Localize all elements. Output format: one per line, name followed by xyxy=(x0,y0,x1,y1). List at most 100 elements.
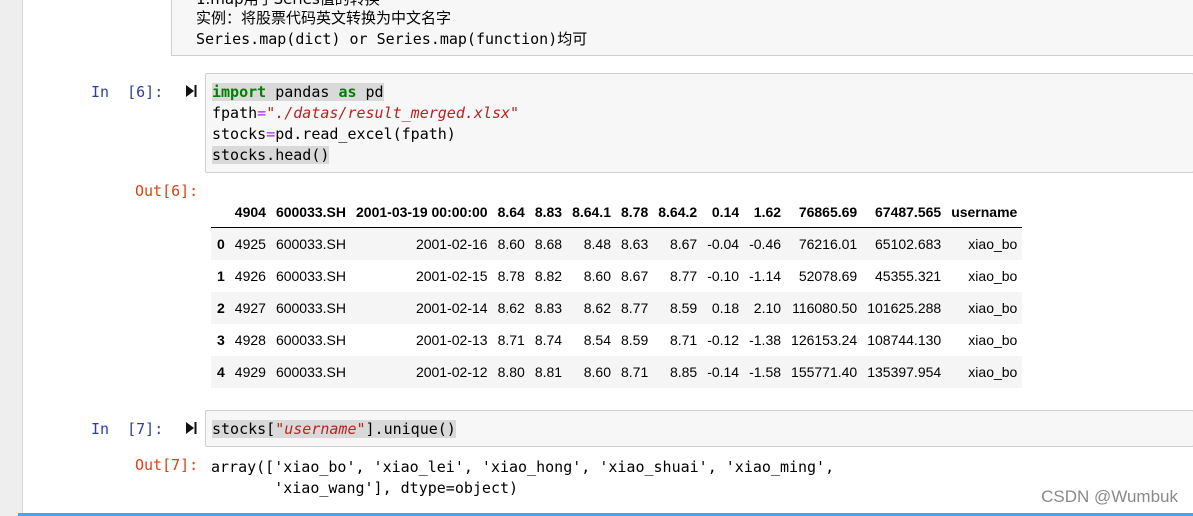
table-cell: 600033.SH xyxy=(275,268,347,284)
code-string: "username" xyxy=(275,420,366,438)
table-cell: 8.71 xyxy=(669,332,698,348)
table-cell: xiao_bo xyxy=(968,364,1018,380)
dataframe-body: 0 4925 600033.SH 2001-02-16 8.60 8.68 8.48 8.63… xyxy=(211,227,1023,388)
table-cell: 8.77 xyxy=(621,300,649,316)
column-header: 8.64 xyxy=(492,196,530,228)
column-header: 8.64.1 xyxy=(567,196,616,228)
table-cell: 600033.SH xyxy=(275,300,347,316)
output-line-2: 'xiao_wang'], dtype=object) xyxy=(211,479,519,497)
table-cell: 2001-02-14 xyxy=(415,300,488,316)
table-cell: 135397.954 xyxy=(867,364,942,380)
table-cell: 65102.683 xyxy=(875,236,942,252)
code-text: ].unique() xyxy=(365,420,456,438)
table-cell: 4926 xyxy=(234,268,266,284)
code-cell-6[interactable]: import pandas as pd fpath="./datas/resul… xyxy=(205,73,1193,173)
table-cell: 8.59 xyxy=(669,300,698,316)
table-cell: xiao_bo xyxy=(968,268,1018,284)
table-cell: -0.12 xyxy=(707,332,740,348)
in-prompt-6: In [6]: xyxy=(91,83,164,101)
row-index: 4 xyxy=(217,364,225,380)
table-cell: 8.60 xyxy=(583,364,611,380)
out-prompt-7: Out[7]: xyxy=(135,456,199,474)
column-header: 8.83 xyxy=(529,196,568,228)
table-cell: 76216.01 xyxy=(798,236,858,252)
table-cell: -0.10 xyxy=(707,268,740,284)
table-cell: 2001-02-12 xyxy=(415,364,488,380)
table-cell: 101625.288 xyxy=(867,300,942,316)
column-header: 8.78 xyxy=(616,196,654,228)
code-line-1: import pandas as pd xyxy=(212,83,384,101)
code-var: stocks xyxy=(212,125,267,143)
column-header: 0.14 xyxy=(702,196,745,228)
column-header: 600033.SH xyxy=(270,196,352,228)
code-line-1: stocks["username"].unique() xyxy=(212,420,456,438)
table-cell: 8.82 xyxy=(534,268,563,284)
table-cell: 0.18 xyxy=(711,300,740,316)
table-cell: 600033.SH xyxy=(275,364,347,380)
table-cell: 8.71 xyxy=(497,332,525,348)
table-cell: 4928 xyxy=(234,332,266,348)
table-row: 2 4927 600033.SH 2001-02-14 8.62 8.83 8.62 8.77… xyxy=(211,292,1023,324)
run-cell-icon[interactable] xyxy=(185,84,197,98)
code-text: stocks[ xyxy=(212,420,276,438)
table-row: 0 4925 600033.SH 2001-02-16 8.60 8.68 8.48 8.63… xyxy=(211,227,1023,260)
table-cell: 8.54 xyxy=(583,332,611,348)
watermark: CSDN @Wumbuk xyxy=(1041,487,1178,506)
output-line-1: array(['xiao_bo', 'xiao_lei', 'xiao_hong… xyxy=(211,458,835,476)
code-line-3: stocks=pd.read_excel(fpath) xyxy=(212,125,456,143)
row-index: 1 xyxy=(217,268,225,284)
table-row: 1 4926 600033.SH 2001-02-15 8.78 8.82 8.60 8.67… xyxy=(211,260,1022,292)
table-cell: -0.04 xyxy=(707,236,740,252)
table-cell: 4925 xyxy=(234,236,266,252)
table-cell: 155771.40 xyxy=(791,364,858,380)
table-cell: 2001-02-16 xyxy=(415,236,488,252)
code-cell-7[interactable]: stocks["username"].unique() xyxy=(205,410,1193,447)
column-header: 4904 xyxy=(229,196,271,228)
code-operator: = xyxy=(257,104,267,122)
table-cell: 8.62 xyxy=(583,300,611,316)
table-cell: 8.48 xyxy=(583,236,611,252)
column-header: 2001-03-19 00:00:00 xyxy=(351,196,493,228)
table-cell: 8.60 xyxy=(583,268,611,284)
table-cell: 8.60 xyxy=(497,236,525,252)
table-cell: 8.63 xyxy=(621,236,649,252)
column-header: 67487.565 xyxy=(862,196,947,228)
markdown-cell[interactable]: 1.map用于Series值的转换 实例：将股票代码英文转换为中文名字 Seri… xyxy=(171,0,1193,56)
table-cell: 4929 xyxy=(234,364,266,380)
table-cell: 8.71 xyxy=(621,364,649,380)
table-cell: 8.80 xyxy=(497,364,525,380)
table-cell: -0.14 xyxy=(707,364,740,380)
table-cell: 8.77 xyxy=(669,268,698,284)
table-cell: -1.58 xyxy=(749,364,782,380)
table-cell: xiao_bo xyxy=(968,332,1018,348)
table-cell: 8.78 xyxy=(497,268,525,284)
table-cell: 8.74 xyxy=(534,332,563,348)
table-cell: 8.85 xyxy=(669,364,698,380)
table-cell: 108744.130 xyxy=(867,332,942,348)
code-string: "./datas/result_merged.xlsx" xyxy=(266,104,520,122)
table-cell: 8.67 xyxy=(669,236,698,252)
code-line-4: stocks.head() xyxy=(212,146,330,164)
table-cell: -0.46 xyxy=(749,236,782,252)
table-cell: 8.67 xyxy=(621,268,649,284)
column-header: 8.64.2 xyxy=(653,196,703,228)
code-text: pandas xyxy=(266,83,339,101)
keyword-import: import xyxy=(212,83,267,101)
dataframe-output: 4904 600033.SH 2001-03-19 00:00:00 8.64 8.83… xyxy=(211,196,1023,388)
table-cell: 8.62 xyxy=(497,300,525,316)
table-cell: 52078.69 xyxy=(798,268,858,284)
run-cell-icon[interactable] xyxy=(185,421,197,435)
markdown-line-3: Series.map(dict) or Series.map(function)… xyxy=(196,30,588,48)
table-cell: 8.83 xyxy=(534,300,563,316)
code-text: pd xyxy=(356,83,384,101)
keyword-as: as xyxy=(338,83,357,101)
code-text: pd.read_excel(fpath) xyxy=(275,125,456,143)
table-row: 4 4929 600033.SH 2001-02-12 8.80 8.81 8.60 8.71… xyxy=(211,356,1023,388)
column-header xyxy=(211,196,230,228)
notebook-container: 1.map用于Series值的转换 实例：将股票代码英文转换为中文名字 Seri… xyxy=(22,0,1193,516)
column-header: 1.62 xyxy=(744,196,787,228)
table-cell: 45355.321 xyxy=(875,268,942,284)
table-cell: 4927 xyxy=(234,300,266,316)
table-cell: 2001-02-15 xyxy=(415,268,488,284)
table-cell: 8.59 xyxy=(621,332,649,348)
